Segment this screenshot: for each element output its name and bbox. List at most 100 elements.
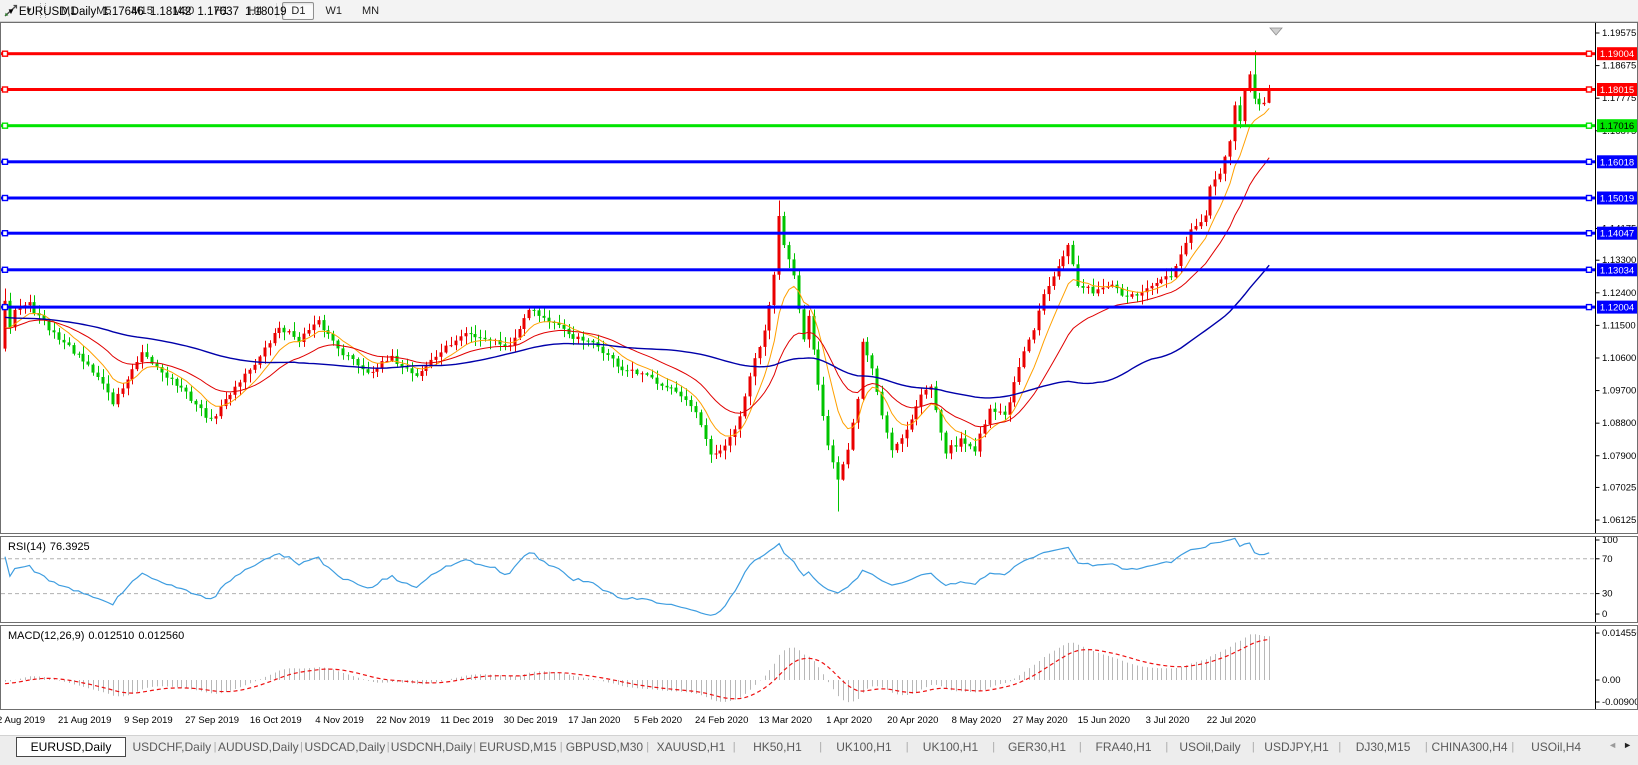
tab-scroll-right-icon[interactable]: ► [1623, 740, 1632, 750]
hline-1.14047[interactable] [1, 229, 1595, 237]
timeframe-button-w1[interactable]: W1 [316, 2, 351, 20]
date-tick-label: 3 Jul 2020 [1145, 715, 1190, 726]
slow-ma-line [4, 264, 1270, 399]
price-label-1.12004: 1.12004 [1597, 300, 1637, 314]
date-tick-label: 20 Apr 2020 [887, 715, 939, 726]
date-tick-label: 2 Aug 2019 [0, 715, 46, 726]
macd-tick--0.009001: -0.009001 [1602, 697, 1637, 708]
chart-tab-uk100-h1[interactable]: UK100,H1 [822, 738, 906, 756]
hline-handle-left[interactable] [1, 266, 9, 274]
date-tick-label: 15 Jun 2020 [1077, 715, 1131, 726]
chart-shift-triangle-icon[interactable] [1269, 27, 1283, 36]
hline-handle-left[interactable] [1, 229, 9, 237]
date-tick-label: 5 Feb 2020 [633, 715, 683, 726]
hline-handle-right[interactable] [1585, 158, 1593, 166]
price-tick-1.11500: 1.11500 [1602, 320, 1636, 331]
price-axis[interactable]: 1.195751.186751.177751.168751.141751.133… [1595, 23, 1638, 533]
chart-tab-bar: EURUSD,Daily USDCHF,Daily | AUDUSD,Daily | US… [0, 735, 1638, 765]
macd-axis[interactable]: 0.014556 0.00 -0.009001 [1595, 626, 1638, 709]
price-tick-1.19575: 1.19575 [1602, 28, 1636, 39]
chart-tab-eurusd-m15[interactable]: EURUSD,M15 [476, 738, 560, 756]
hline-handle-left[interactable] [1, 50, 9, 57]
timeframe-button-mn[interactable]: MN [353, 2, 388, 20]
quote-open: 1.17646 [102, 6, 144, 18]
hline-handle-right[interactable] [1585, 229, 1593, 237]
hline-1.17016[interactable] [1, 122, 1595, 129]
hline-handle-right[interactable] [1585, 86, 1593, 93]
date-tick-label: 27 Sep 2019 [185, 715, 240, 726]
price-tick-1.12400: 1.12400 [1602, 288, 1636, 299]
hline-handle-left[interactable] [1, 86, 9, 93]
date-tick-label: 21 Aug 2019 [58, 715, 112, 726]
price-tick-1.09700: 1.09700 [1602, 386, 1636, 397]
date-tick-label: 17 Jan 2020 [568, 715, 621, 726]
hline-handle-left[interactable] [1, 194, 9, 202]
hline-1.19004[interactable] [1, 50, 1595, 57]
svg-text:1.17016: 1.17016 [1600, 121, 1634, 132]
hline-handle-left[interactable] [1, 303, 9, 311]
chart-tab-usoil-daily[interactable]: USOil,Daily [1168, 738, 1252, 756]
chart-tab-dj30-m15[interactable]: DJ30,M15 [1341, 738, 1425, 756]
chart-tab-usdjpy-h1[interactable]: USDJPY,H1 [1255, 738, 1339, 756]
chart-tab-eurusd-daily[interactable]: EURUSD,Daily [16, 737, 126, 757]
chart-tab-usdchf-daily[interactable]: USDCHF,Daily [130, 738, 214, 756]
date-tick-label: 30 Dec 2019 [503, 715, 558, 726]
rsi-canvas[interactable]: 100 70 30 0 [1, 537, 1637, 622]
svg-text:1.12004: 1.12004 [1600, 303, 1634, 314]
price-tick-1.07025: 1.07025 [1602, 482, 1636, 493]
hline-handle-right[interactable] [1585, 303, 1593, 311]
chart-tab-ger30-h1[interactable]: GER30,H1 [995, 738, 1079, 756]
hline-handle-left[interactable] [1, 122, 9, 129]
rsi-tick-70: 70 [1602, 554, 1613, 565]
rsi-axis[interactable]: 100 70 30 0 [1595, 537, 1618, 622]
chart-tab-china300-h4[interactable]: CHINA300,H4 [1428, 738, 1512, 756]
hline-1.18015[interactable] [1, 86, 1595, 93]
chart-tab-uk100-h1[interactable]: UK100,H1 [909, 738, 993, 756]
price-label-1.13034: 1.13034 [1597, 263, 1637, 277]
tab-scroll-arrows: ◄ ► [1598, 736, 1638, 750]
date-tick-label: 4 Nov 2019 [315, 715, 364, 726]
price-tick-1.08800: 1.08800 [1602, 418, 1636, 429]
chart-tab-usdcad-daily[interactable]: USDCAD,Daily [303, 738, 387, 756]
quote-close: 1.18019 [244, 6, 287, 18]
hline-handle-right[interactable] [1585, 194, 1593, 202]
date-tick-label: 27 May 2020 [1012, 715, 1068, 726]
trading-platform-window: ▼ M1 M5 M15 M30 H1 H4 D1 W1 MN ▼ EURUSD,Daily 1.17… [0, 0, 1638, 765]
collapse-icon[interactable]: ▼ [7, 7, 15, 16]
hline-1.13034[interactable] [1, 266, 1595, 274]
tab-scroll-left-icon[interactable]: ◄ [1608, 740, 1617, 750]
chart-tab-xauusd-h1[interactable]: XAUUSD,H1 [649, 738, 733, 756]
hline-handle-right[interactable] [1585, 266, 1593, 274]
chart-tab-gbpusd-m30[interactable]: GBPUSD,M30 [563, 738, 647, 756]
hline-handle-left[interactable] [1, 158, 9, 166]
hline-handle-right[interactable] [1585, 122, 1593, 129]
tabs-row: EURUSD,Daily USDCHF,Daily | AUDUSD,Daily | US… [0, 736, 1598, 758]
chart-tab-audusd-daily[interactable]: AUDUSD,Daily [217, 738, 301, 756]
hline-handle-right[interactable] [1585, 50, 1593, 57]
candles-layer [3, 50, 1271, 512]
date-tick-label: 22 Nov 2019 [376, 715, 431, 726]
price-label-1.16018: 1.16018 [1597, 155, 1637, 169]
svg-text:1.14047: 1.14047 [1600, 229, 1634, 240]
rsi-panel[interactable]: RSI(14) 76.3925 100 70 30 0 [0, 536, 1638, 623]
timeframe-button-d1[interactable]: D1 [282, 1, 315, 20]
chart-tab-usoil-h4[interactable]: USOil,H4 [1514, 738, 1598, 756]
date-axis[interactable]: 2 Aug 2019 21 Aug 2019 9 Sep 2019 27 Sep 20… [0, 711, 1638, 735]
svg-text:1.18015: 1.18015 [1600, 85, 1634, 96]
svg-text:1.19004: 1.19004 [1600, 49, 1634, 60]
svg-text:1.13034: 1.13034 [1600, 265, 1634, 276]
macd-histogram [5, 634, 1270, 703]
date-tick-label: 8 May 2020 [951, 715, 1002, 726]
hline-1.15019[interactable] [1, 194, 1595, 202]
rsi-tick-100: 100 [1602, 537, 1618, 546]
price-tick-1.06125: 1.06125 [1602, 515, 1636, 526]
chart-tab-fra40-h1[interactable]: FRA40,H1 [1082, 738, 1166, 756]
chart-tab-hk50-h1[interactable]: HK50,H1 [736, 738, 820, 756]
price-chart-panel[interactable]: 1.195751.186751.177751.168751.141751.133… [0, 22, 1638, 534]
macd-canvas[interactable]: 0.014556 0.00 -0.009001 [1, 626, 1637, 709]
price-chart-canvas[interactable]: 1.195751.186751.177751.168751.141751.133… [1, 23, 1637, 533]
hline-1.16018[interactable] [1, 158, 1595, 166]
macd-panel[interactable]: MACD(12,26,9)0.0125100.012560 0.0145560.… [0, 625, 1638, 710]
chart-tab-usdcnh-daily[interactable]: USDCNH,Daily [390, 738, 474, 756]
fast-ma-line [4, 107, 1270, 442]
